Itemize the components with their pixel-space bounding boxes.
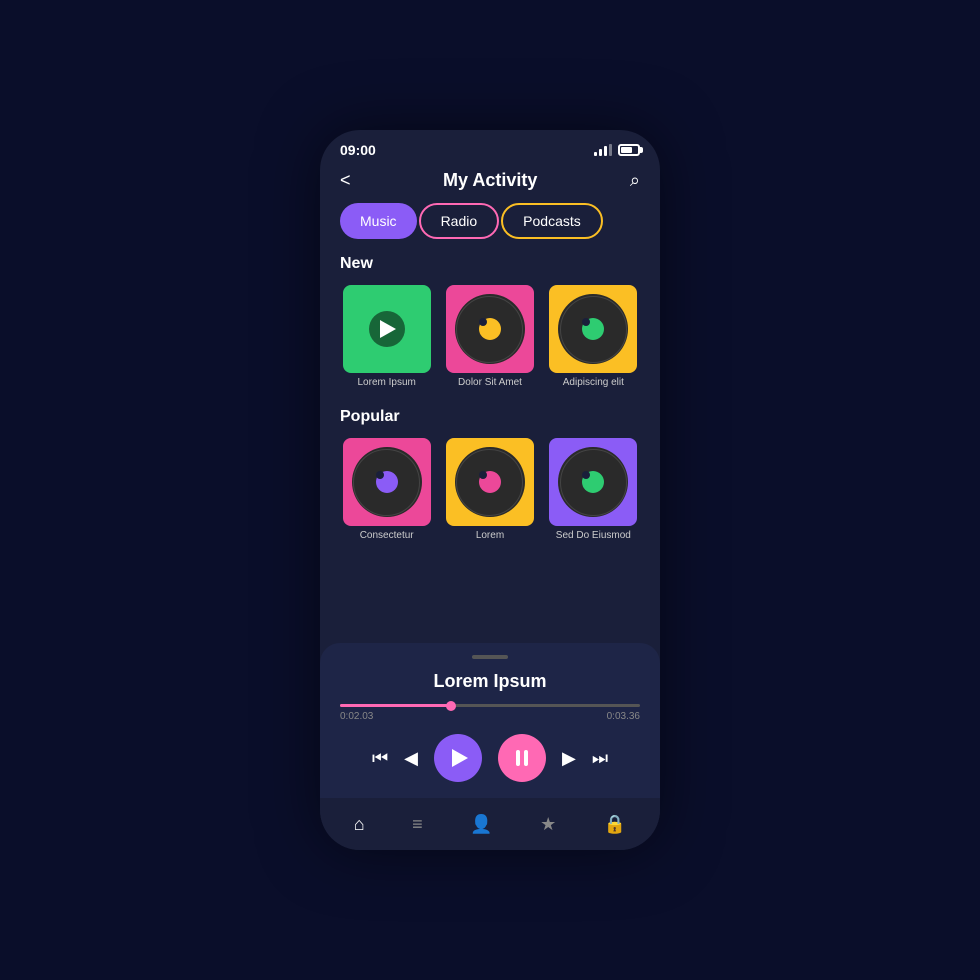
bottom-nav: ⌂ ≡ 👤 ★ 🔒	[320, 798, 660, 850]
vinyl-disc-container	[446, 438, 534, 526]
nav-menu-icon[interactable]: ≡	[404, 806, 431, 843]
back-button[interactable]: <	[340, 170, 351, 191]
vinyl-disc	[455, 447, 525, 517]
status-bar: 09:00	[320, 130, 660, 166]
search-icon[interactable]: ⌕	[630, 170, 640, 191]
current-time: 0:02.03	[340, 711, 373, 722]
new-grid: Lorem Ipsum Dolor Sit Amet	[340, 285, 640, 388]
phone-frame: 09:00 < My Activity ⌕ Music Radio Podcas…	[320, 130, 660, 850]
album-label: Lorem	[476, 530, 504, 541]
album-thumb	[446, 285, 534, 373]
album-label: Sed Do Eiusmod	[556, 530, 631, 541]
album-label: Lorem Ipsum	[357, 377, 415, 388]
album-thumb	[549, 285, 637, 373]
vinyl-disc	[352, 447, 422, 517]
album-label: Consectetur	[360, 530, 414, 541]
skip-forward-button[interactable]: ⏭	[592, 748, 608, 769]
page-title: My Activity	[443, 170, 537, 191]
battery-icon	[618, 144, 640, 156]
album-card[interactable]: Adipiscing elit	[547, 285, 640, 388]
album-card[interactable]: Sed Do Eiusmod	[547, 438, 640, 541]
album-label: Adipiscing elit	[563, 377, 624, 388]
now-playing-bar: Lorem Ipsum 0:02.03 0:03.36 ⏮ ◀	[320, 643, 660, 798]
header: < My Activity ⌕	[320, 166, 660, 203]
status-time: 09:00	[340, 142, 376, 158]
popular-grid: Consectetur Lorem	[340, 438, 640, 541]
album-thumb	[549, 438, 637, 526]
time-labels: 0:02.03 0:03.36	[340, 711, 640, 722]
forward-button[interactable]: ▶	[562, 748, 576, 769]
section-popular-title: Popular	[340, 408, 640, 426]
album-card[interactable]: Lorem	[443, 438, 536, 541]
vinyl-disc	[558, 447, 628, 517]
album-label: Dolor Sit Amet	[458, 377, 522, 388]
album-card[interactable]: Consectetur	[340, 438, 433, 541]
section-new-title: New	[340, 255, 640, 273]
album-card[interactable]: Lorem Ipsum	[340, 285, 433, 388]
signal-icon	[594, 144, 612, 156]
vinyl-disc-container	[549, 285, 637, 373]
progress-thumb	[446, 701, 456, 711]
vinyl-disc-container	[549, 438, 637, 526]
nav-profile-icon[interactable]: 👤	[462, 806, 500, 843]
playback-controls: ⏮ ◀ ▶ ⏭	[340, 734, 640, 782]
album-thumb	[343, 285, 431, 373]
pause-icon	[516, 750, 528, 766]
nav-home-icon[interactable]: ⌂	[346, 806, 373, 843]
vinyl-disc-container	[446, 285, 534, 373]
nav-lock-icon[interactable]: 🔒	[596, 806, 634, 843]
rewind-button[interactable]: ◀	[404, 748, 418, 769]
album-card[interactable]: Dolor Sit Amet	[443, 285, 536, 388]
tab-radio[interactable]: Radio	[419, 203, 500, 239]
status-icons	[594, 144, 640, 156]
tab-podcasts[interactable]: Podcasts	[501, 203, 603, 239]
total-time: 0:03.36	[607, 711, 640, 722]
nav-favorites-icon[interactable]: ★	[532, 806, 564, 843]
tabs-container: Music Radio Podcasts	[320, 203, 660, 255]
progress-track	[340, 704, 640, 707]
vinyl-disc-container	[343, 438, 431, 526]
album-thumb	[343, 438, 431, 526]
tab-music[interactable]: Music	[340, 203, 417, 239]
album-thumb	[446, 438, 534, 526]
skip-back-button[interactable]: ⏮	[372, 748, 388, 769]
vinyl-disc	[455, 294, 525, 364]
play-overlay	[369, 311, 405, 347]
progress-container[interactable]: 0:02.03 0:03.36	[340, 704, 640, 722]
progress-fill	[340, 704, 451, 707]
play-button[interactable]	[434, 734, 482, 782]
vinyl-disc	[558, 294, 628, 364]
now-playing-title: Lorem Ipsum	[340, 671, 640, 692]
pause-button[interactable]	[498, 734, 546, 782]
drag-handle[interactable]	[472, 655, 508, 659]
